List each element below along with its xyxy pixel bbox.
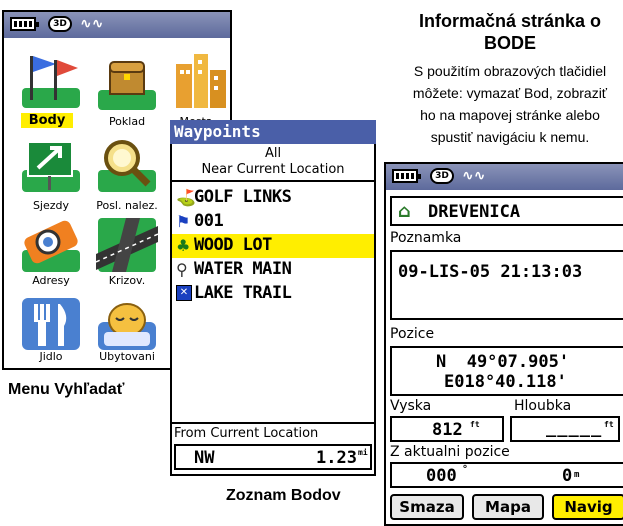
bearing-distance-field[interactable]: 000 ° 0 m (390, 462, 623, 488)
list-item-label: WOOD LOT (194, 235, 272, 255)
tile-sjezdy[interactable] (20, 134, 82, 196)
waypoints-caption: Zoznam Bodov (226, 487, 341, 504)
info-heading-line1: Informačná stránka o (418, 11, 602, 31)
tile-posl-nalez[interactable] (96, 134, 158, 196)
waypoint-name-field[interactable]: ⌂ DREVENICA (390, 196, 623, 226)
list-item[interactable]: ✕ LAKE TRAIL (172, 282, 374, 306)
depth-unit: ft (604, 420, 614, 429)
note-value: 09-LIS-05 21:13:03 (398, 262, 583, 282)
tile-krizov[interactable] (95, 214, 159, 276)
tile-poklad[interactable] (96, 50, 158, 112)
info-heading-line2: BODE (483, 33, 536, 53)
info-desc-line: S použitím obrazových tlačidiel (413, 63, 607, 79)
tree-icon: ♣ (176, 236, 191, 255)
info-desc-line: spustiť navigáciu k nemu. (430, 129, 590, 145)
golf-icon: ⛳ (176, 188, 196, 207)
from-position-label: Z aktualni pozice (390, 444, 510, 460)
tile-adresy[interactable] (20, 214, 82, 276)
waypoint-name: DREVENICA (428, 202, 521, 222)
list-item-label: GOLF LINKS (194, 187, 292, 207)
tile-mesta[interactable] (172, 50, 234, 112)
list-item[interactable]: ⚑ 001 (172, 210, 374, 234)
sleeping-face-icon (98, 303, 156, 350)
tile-label-krizov: Krizov. (108, 274, 146, 287)
distance-unit: mi (358, 448, 368, 457)
bearing-value: 000 (426, 466, 457, 486)
longitude-value: E018°40.118' (444, 372, 567, 392)
battery-icon (10, 17, 39, 31)
altitude-field[interactable]: 812 ft (390, 416, 504, 442)
waypoints-title: Waypoints (170, 120, 376, 144)
list-item-label: LAKE TRAIL (194, 283, 292, 303)
tile-label-ubytovani: Ubytovani (99, 350, 155, 363)
depth-value: _____ (546, 418, 603, 438)
3d-fix-icon: 3D (48, 16, 72, 32)
exit-sign-icon (22, 141, 80, 192)
magnifier-icon (98, 140, 156, 192)
address-finder-icon (22, 220, 80, 272)
from-location-label: From Current Location (174, 426, 319, 441)
altitude-label: Vyska (390, 398, 432, 414)
tile-ubytovani[interactable] (96, 292, 158, 354)
tile-jidlo[interactable] (20, 292, 82, 354)
list-item[interactable]: ⚲ WATER MAIN (172, 258, 374, 282)
city-buildings-icon (176, 54, 226, 108)
delete-button[interactable]: Smaza (390, 494, 464, 520)
water-tap-icon: ⚲ (176, 260, 188, 279)
trail-icon: ✕ (176, 285, 192, 301)
altitude-value: 812 (432, 420, 463, 440)
tile-label-posl-nalez: Posl. nalez. (96, 199, 158, 212)
tile-label-sjezdy: Sjezdy (32, 199, 70, 212)
signal-wave-icon: ∿∿ (80, 16, 104, 32)
navigate-button[interactable]: Navig (552, 494, 623, 520)
altitude-unit: ft (470, 420, 480, 429)
depth-field[interactable]: _____ ft (510, 416, 620, 442)
fork-knife-icon (22, 298, 80, 350)
signal-wave-icon: ∿∿ (462, 168, 486, 184)
position-label: Pozice (390, 326, 435, 342)
distance-unit: m (574, 470, 580, 480)
battery-icon (392, 169, 421, 183)
tile-label-poklad: Poklad (108, 115, 146, 128)
treasure-chest-icon (98, 61, 156, 110)
tile-label-jidlo: Jidlo (39, 350, 63, 363)
note-field[interactable]: 09-LIS-05 21:13:03 (390, 250, 623, 320)
direction-distance-field: NW 1.23 mi (174, 444, 372, 470)
note-label: Poznamka (390, 230, 462, 246)
list-item-label: 001 (194, 211, 224, 231)
map-button[interactable]: Mapa (472, 494, 544, 520)
direction-value: NW (194, 448, 215, 468)
info-desc-line: ho na mapovej stránke alebo (420, 107, 600, 123)
tile-label-body: Body (21, 113, 73, 128)
menu-caption: Menu Vyhľadať (8, 381, 125, 398)
waypoint-detail-screen: 3D ∿∿ ⌂ DREVENICA Poznamka 09-LIS-05 21:… (384, 162, 623, 526)
distance-value: 0 (562, 466, 573, 486)
blue-flag-icon: ⚑ (176, 212, 191, 231)
position-field[interactable]: N 49°07.905' E018°40.118' (390, 346, 623, 396)
info-desc-line: môžete: vymazať Bod, zobraziť (412, 85, 608, 101)
latitude-value: N 49°07.905' (436, 352, 570, 372)
distance-value: 1.23 (316, 448, 357, 468)
depth-label: Hloubka (514, 398, 572, 414)
tile-label-adresy: Adresy (32, 274, 70, 287)
house-icon: ⌂ (398, 201, 411, 222)
waypoints-screen: Waypoints All Near Current Location ⛳ GO… (170, 120, 376, 476)
flags-icon (22, 56, 80, 108)
list-item[interactable]: ♣ WOOD LOT (172, 234, 374, 258)
status-bar: 3D ∿∿ (4, 12, 230, 38)
bearing-unit: ° (462, 464, 469, 475)
tile-body[interactable] (20, 50, 82, 112)
filter-line2[interactable]: Near Current Location (170, 162, 376, 177)
list-item-label: WATER MAIN (194, 259, 292, 279)
3d-fix-icon: 3D (430, 168, 454, 184)
list-item[interactable]: ⛳ GOLF LINKS (172, 186, 374, 210)
intersection-icon (95, 218, 159, 272)
info-description: S použitím obrazových tlačidiel môžete: … (392, 60, 623, 148)
info-heading: Informačná stránka o BODE (400, 10, 620, 54)
status-bar: 3D ∿∿ (386, 164, 623, 190)
filter-line1[interactable]: All (170, 146, 376, 161)
